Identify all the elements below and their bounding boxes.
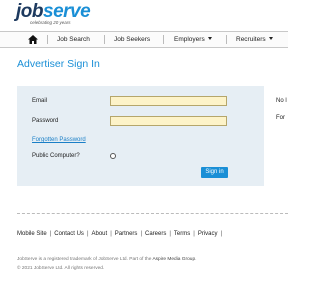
footer-separator: |: [49, 231, 52, 237]
nav-divider: [104, 35, 105, 44]
chevron-down-icon: [268, 37, 273, 40]
logo-serve-text: serve: [43, 1, 91, 22]
nav-divider: [47, 35, 48, 44]
footer-separator: |: [110, 231, 112, 237]
site-header: jobserve celebrating 20 years: [0, 0, 288, 30]
footer-separator: |: [169, 231, 171, 237]
footer-separator: |: [220, 231, 223, 237]
nav-item-employers[interactable]: Employers: [174, 32, 212, 47]
nav-item-job-seekers[interactable]: Job Seekers: [114, 32, 150, 47]
footer-separator: |: [193, 231, 195, 237]
footer-link-about[interactable]: About: [92, 231, 108, 237]
legal-trademark-end: .: [195, 257, 197, 262]
footer-separator: |: [140, 231, 142, 237]
main-nav: Job Search Job Seekers Employers Recruit…: [0, 31, 288, 48]
footer-divider: [17, 213, 288, 214]
chevron-down-icon: [207, 37, 212, 40]
legal-trademark-text: JobServe is a registered trademark of Jo…: [17, 257, 153, 262]
footer-link-mobile-site[interactable]: Mobile Site: [17, 231, 47, 237]
footer-link-careers[interactable]: Careers: [145, 231, 166, 237]
sign-in-form: Email Password Forgotten Password Public…: [17, 86, 264, 186]
legal-trademark: JobServe is a registered trademark of Jo…: [17, 257, 196, 262]
footer-separator: |: [86, 231, 89, 237]
side-text-line: No l: [276, 98, 287, 104]
aspire-media-group-link[interactable]: Aspire Media Group: [152, 257, 195, 262]
email-field[interactable]: [110, 96, 227, 106]
legal-copyright: © 2021 JobServe Ltd. All rights reserved…: [17, 266, 105, 271]
footer-link-partners[interactable]: Partners: [115, 231, 138, 237]
logo-job-text: job: [16, 1, 44, 22]
home-icon[interactable]: [28, 35, 38, 44]
public-computer-radio[interactable]: [110, 153, 116, 159]
sign-in-button[interactable]: Sign in: [201, 167, 228, 178]
side-text-line: For: [276, 115, 285, 121]
nav-item-job-search[interactable]: Job Search: [57, 32, 90, 47]
nav-divider: [163, 35, 164, 44]
nav-item-recruiters[interactable]: Recruiters: [236, 32, 273, 47]
footer-link-terms[interactable]: Terms: [174, 231, 190, 237]
public-computer-label: Public Computer?: [32, 153, 80, 159]
nav-divider: [226, 35, 227, 44]
footer-link-privacy[interactable]: Privacy: [198, 231, 218, 237]
page-title: Advertiser Sign In: [17, 58, 100, 70]
nav-item-recruiters-label: Recruiters: [236, 36, 266, 43]
nav-item-employers-label: Employers: [174, 36, 205, 43]
email-label: Email: [32, 98, 48, 104]
jobserve-logo[interactable]: jobserve celebrating 20 years: [16, 1, 91, 25]
logo-wordmark: jobserve: [16, 1, 91, 22]
forgotten-password-link[interactable]: Forgotten Password: [32, 137, 86, 143]
password-label: Password: [32, 118, 59, 124]
password-field[interactable]: [110, 116, 227, 126]
footer-link-contact-us[interactable]: Contact Us: [54, 231, 84, 237]
footer-links: Mobile Site | Contact Us | About | Partners | Ca…: [17, 231, 225, 240]
